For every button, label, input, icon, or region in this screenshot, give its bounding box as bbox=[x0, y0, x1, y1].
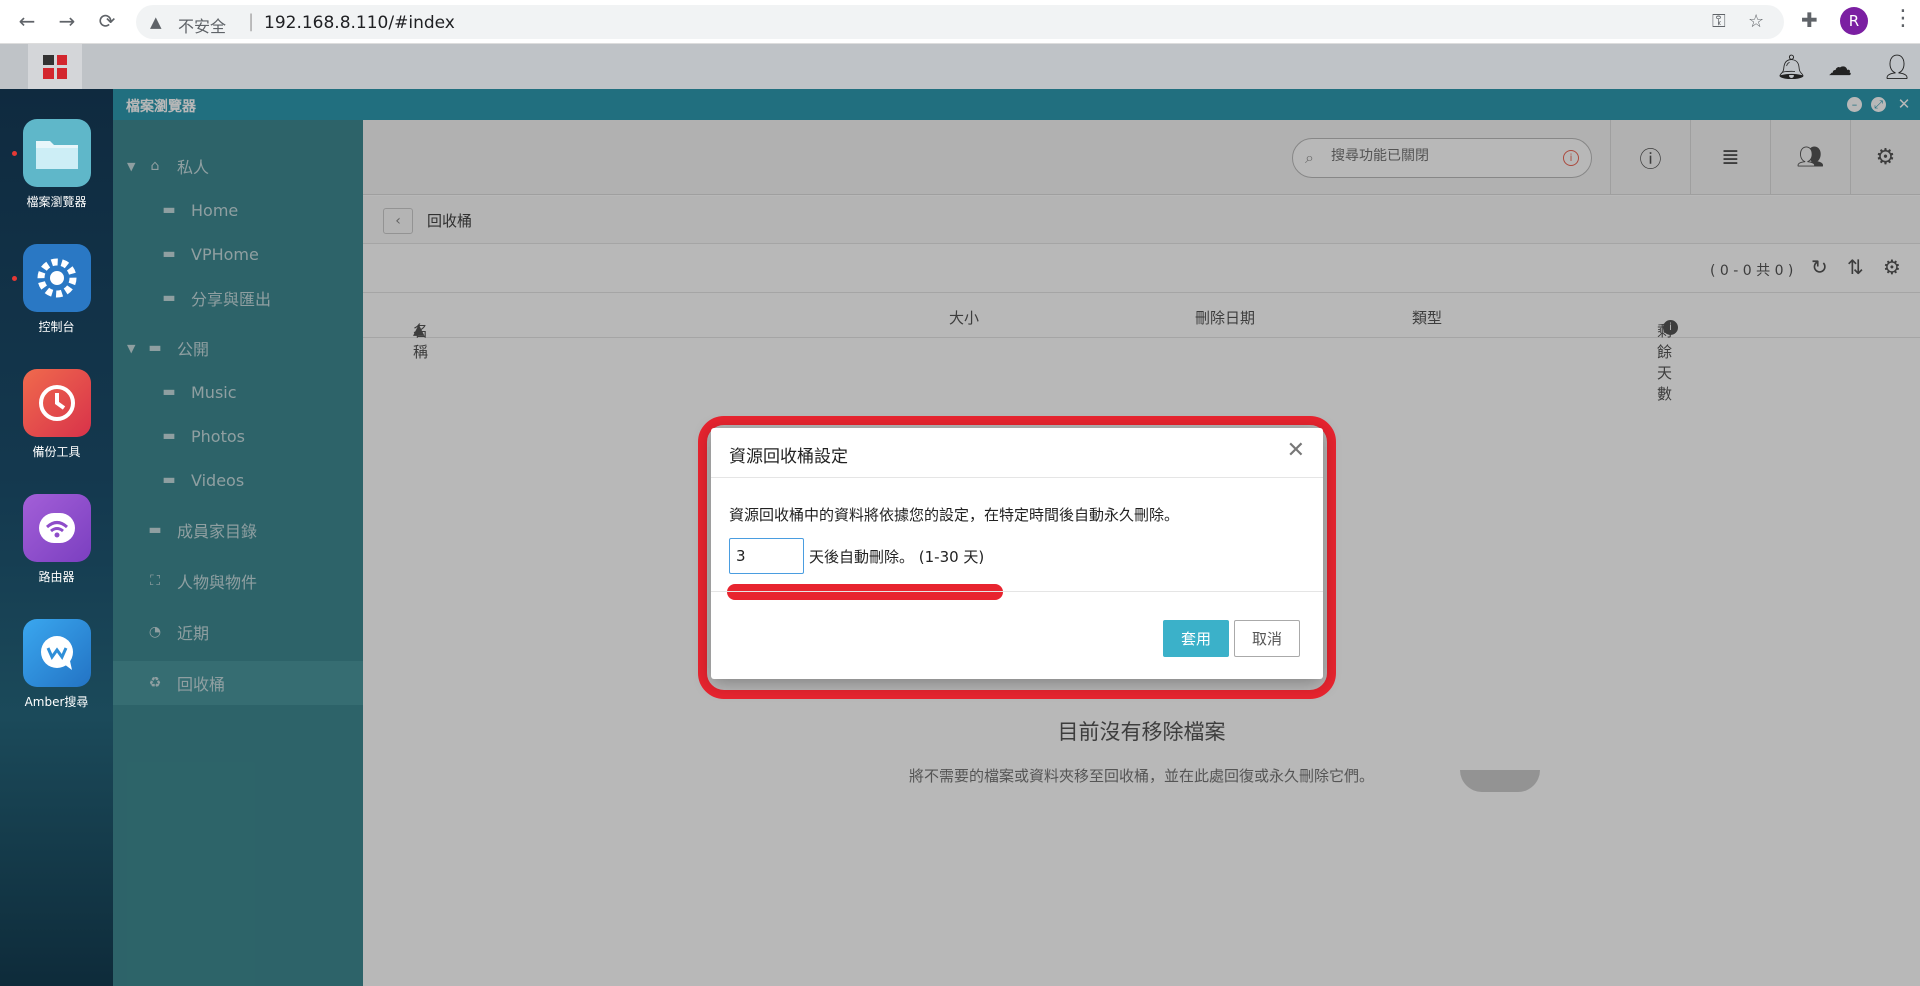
dock-amber-search[interactable]: Amber搜尋 bbox=[0, 619, 113, 710]
user-icon[interactable]: 👤︎ bbox=[1882, 53, 1912, 81]
gear-icon bbox=[22, 244, 91, 312]
dock-label: Amber搜尋 bbox=[24, 695, 89, 709]
app-launcher-button[interactable] bbox=[28, 44, 82, 89]
folder-icon bbox=[22, 119, 91, 187]
address-bar[interactable]: ▲ 不安全 | 192.168.8.110/#index ⚿ ☆ bbox=[136, 5, 1784, 39]
dialog-header: 資源回收桶設定 ✕ bbox=[711, 428, 1323, 478]
dock-label: 控制台 bbox=[38, 320, 75, 334]
running-indicator bbox=[12, 276, 17, 281]
bell-icon[interactable]: 🔔︎ bbox=[1776, 53, 1806, 81]
extensions-icon[interactable]: ✚ bbox=[1801, 8, 1818, 32]
chat-search-icon bbox=[22, 619, 91, 687]
address-separator: | bbox=[248, 11, 255, 32]
back-arrow-icon[interactable]: ← bbox=[14, 8, 40, 34]
key-icon[interactable]: ⚿ bbox=[1712, 11, 1726, 32]
warning-icon: ▲ bbox=[150, 13, 162, 31]
clock-history-icon bbox=[22, 369, 91, 437]
dock-router[interactable]: 路由器 bbox=[0, 494, 113, 585]
retention-days-input[interactable] bbox=[729, 538, 804, 574]
url-text[interactable]: 192.168.8.110/#index bbox=[264, 13, 455, 33]
dock-label: 備份工具 bbox=[32, 445, 81, 459]
retention-days-suffix: 天後自動刪除。 (1-30 天) bbox=[809, 548, 985, 566]
nas-top-bar: 🔔︎ ☁ 👤︎ bbox=[0, 44, 1920, 89]
cloud-icon[interactable]: ☁ bbox=[1828, 53, 1852, 81]
dock-file-browser[interactable]: 檔案瀏覽器 bbox=[0, 119, 113, 210]
more-menu-icon[interactable]: ⋮ bbox=[1892, 6, 1914, 31]
launcher-grid-icon bbox=[43, 54, 67, 79]
dock-control-panel[interactable]: 控制台 bbox=[0, 244, 113, 335]
app-dock: 檔案瀏覽器 控制台 備份工具 路由器 Amber搜尋 bbox=[0, 89, 113, 986]
recycle-bin-settings-dialog: 資源回收桶設定 ✕ 資源回收桶中的資料將依據您的設定，在特定時間後自動永久刪除。… bbox=[711, 428, 1323, 679]
forward-arrow-icon[interactable]: → bbox=[54, 8, 80, 34]
star-icon[interactable]: ☆ bbox=[1748, 11, 1764, 32]
dock-label: 檔案瀏覽器 bbox=[26, 195, 87, 209]
security-status: 不安全 bbox=[178, 17, 227, 36]
dialog-footer: 套用 取消 bbox=[711, 591, 1323, 679]
cancel-button[interactable]: 取消 bbox=[1234, 620, 1300, 657]
apply-button[interactable]: 套用 bbox=[1163, 620, 1229, 657]
dock-backup-tool[interactable]: 備份工具 bbox=[0, 369, 113, 460]
dialog-description: 資源回收桶中的資料將依據您的設定，在特定時間後自動永久刪除。 bbox=[729, 506, 1180, 524]
running-indicator bbox=[12, 151, 17, 156]
close-icon[interactable]: ✕ bbox=[1287, 438, 1305, 463]
wifi-icon bbox=[22, 494, 91, 562]
browser-toolbar: ← → ⟳ ▲ 不安全 | 192.168.8.110/#index ⚿ ☆ ✚… bbox=[0, 0, 1920, 44]
profile-avatar[interactable]: R bbox=[1840, 7, 1868, 35]
reload-icon[interactable]: ⟳ bbox=[94, 8, 120, 34]
dialog-title: 資源回收桶設定 bbox=[729, 447, 848, 467]
dock-label: 路由器 bbox=[38, 570, 75, 584]
